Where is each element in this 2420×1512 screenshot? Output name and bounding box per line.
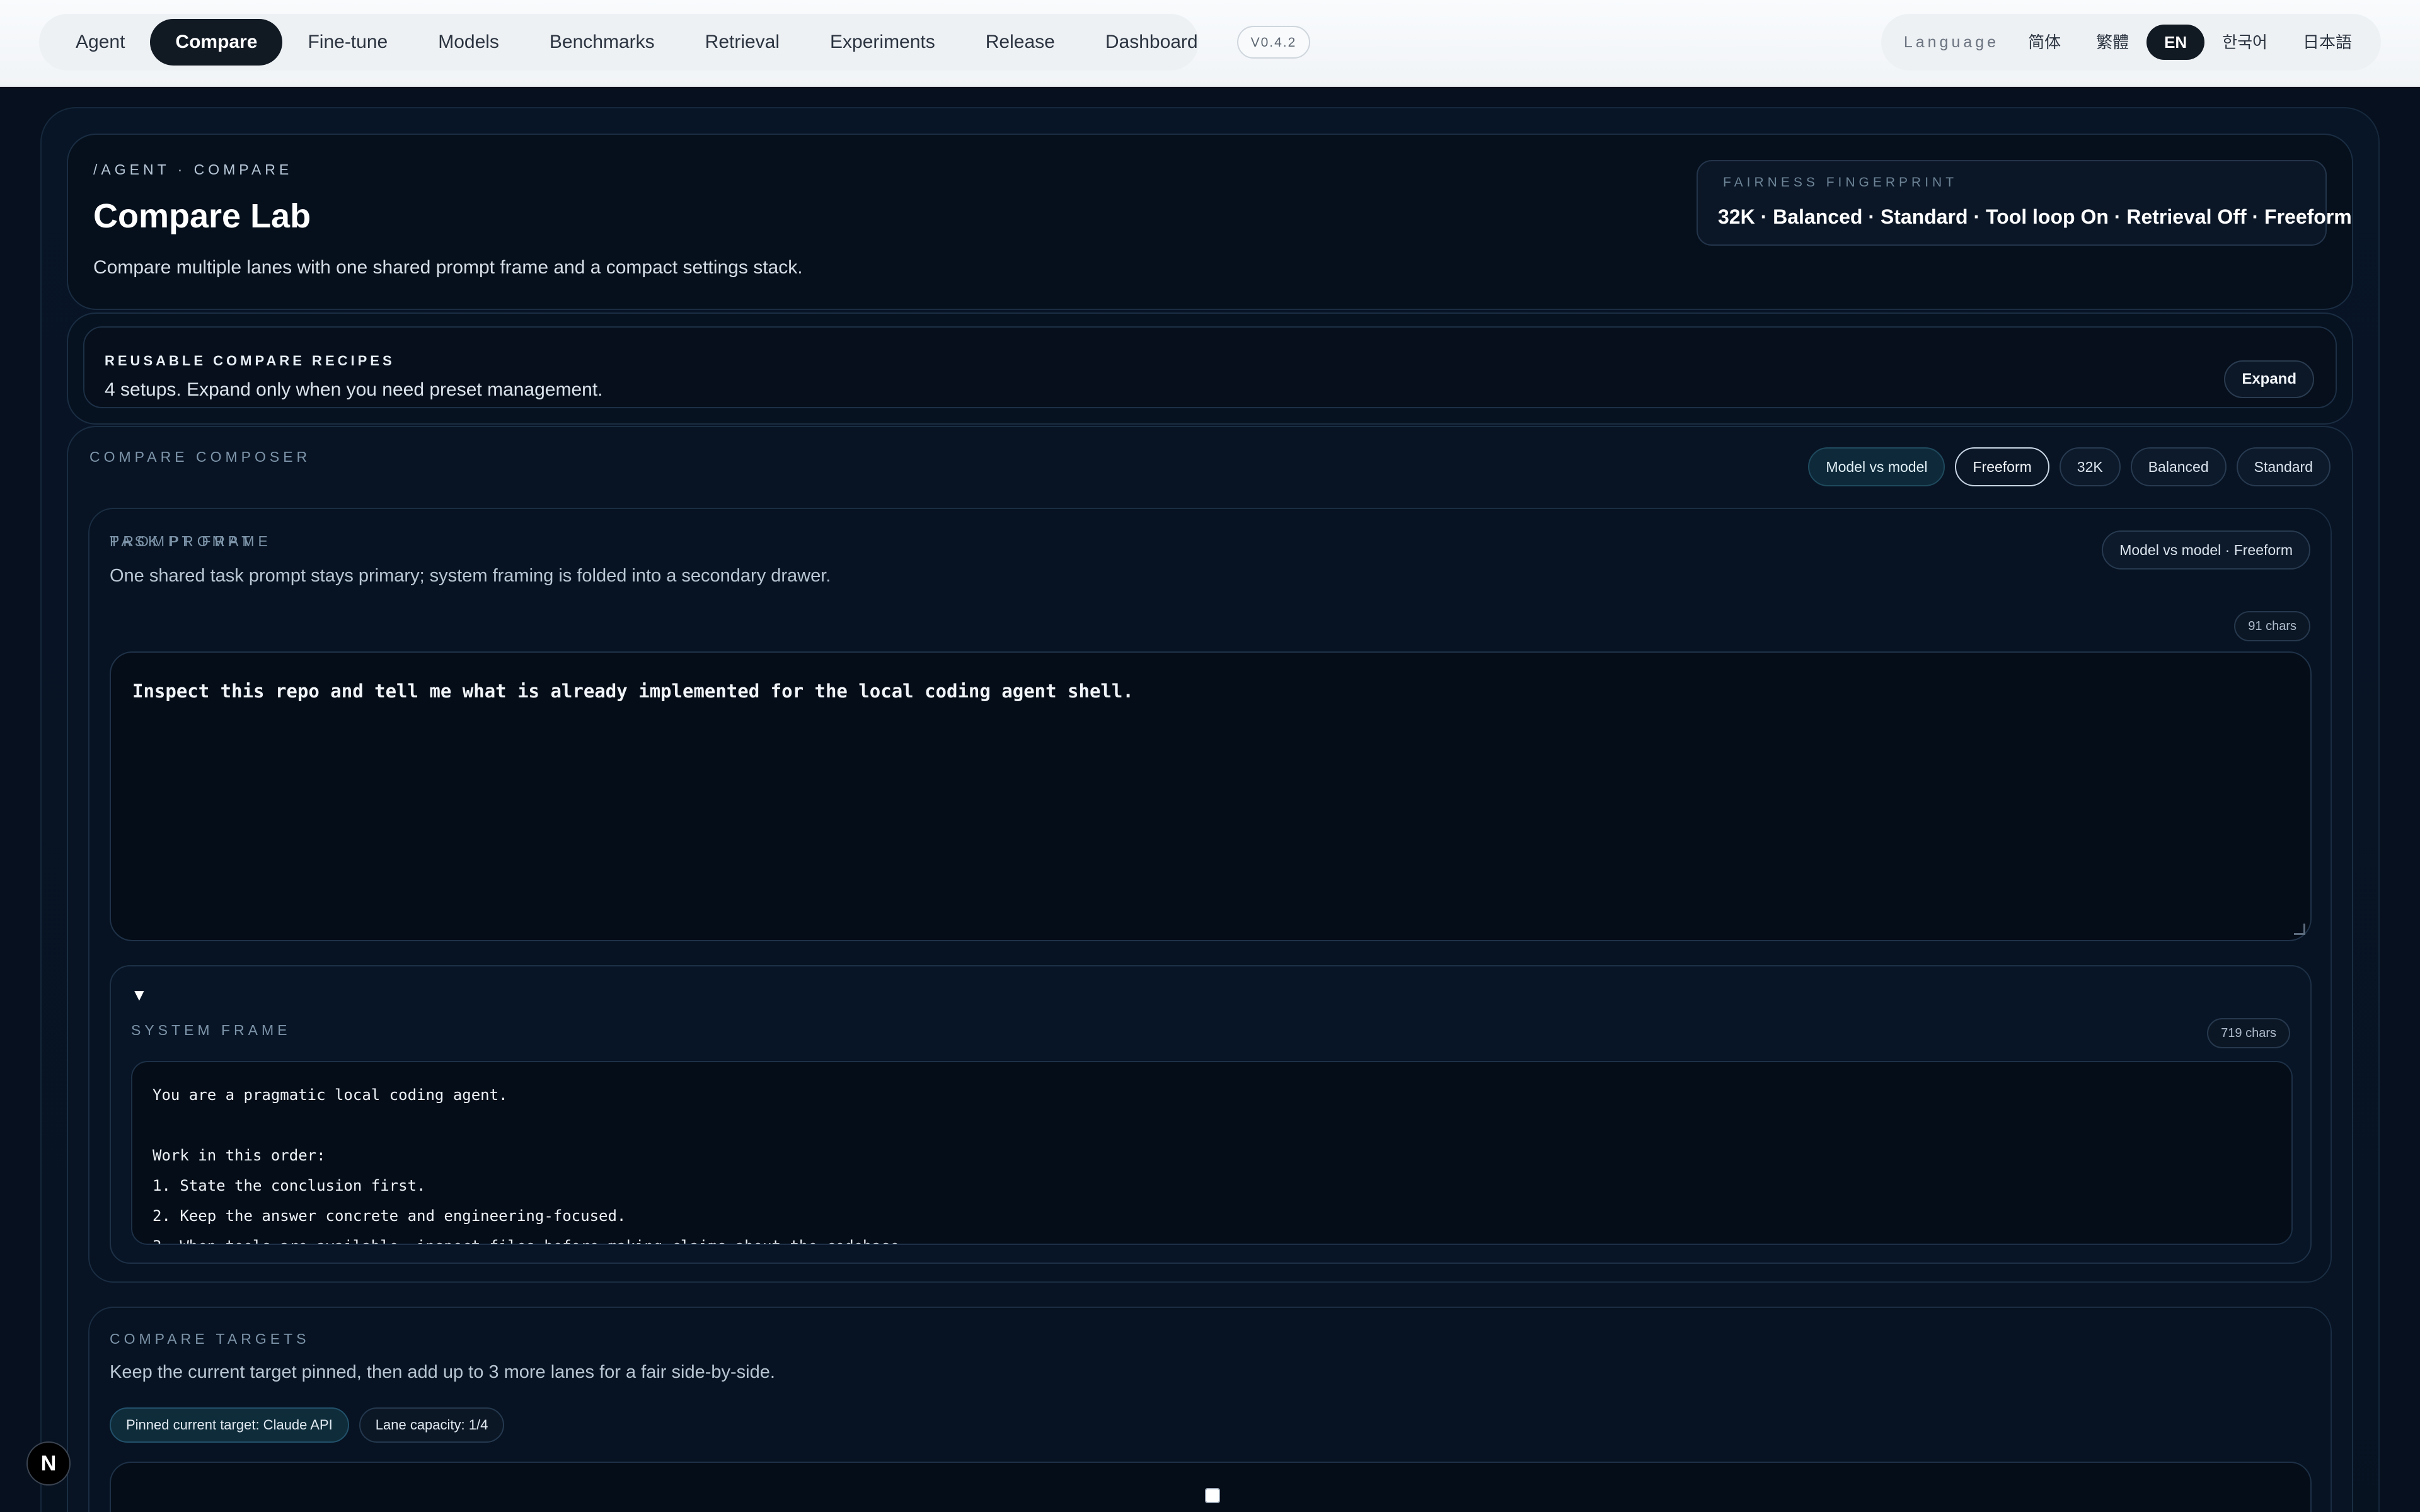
- language-option-0[interactable]: 简体: [2010, 25, 2078, 60]
- task-prompt-char-count: 91 chars: [2234, 611, 2310, 641]
- next-dev-badge-icon[interactable]: N: [26, 1441, 71, 1486]
- nav-item-benchmarks[interactable]: Benchmarks: [524, 19, 680, 66]
- setting-chip-freeform[interactable]: Freeform: [1955, 447, 2049, 486]
- nav-item-release[interactable]: Release: [960, 19, 1080, 66]
- nav-item-retrieval[interactable]: Retrieval: [680, 19, 805, 66]
- hero-panel: /AGENT · COMPARE Compare Lab Compare mul…: [67, 134, 2353, 310]
- mode-chip: Model vs model · Freeform: [2102, 530, 2310, 570]
- task-prompt-label: TASK PROMPT: [110, 533, 255, 549]
- recipes-description: 4 setups. Expand only when you need pres…: [105, 379, 603, 400]
- composer-title: COMPARE COMPOSER: [89, 449, 311, 465]
- language-option-2[interactable]: EN: [2146, 25, 2205, 60]
- page-description: Compare multiple lanes with one shared p…: [93, 257, 803, 278]
- system-frame-input[interactable]: You are a pragmatic local coding agent. …: [131, 1061, 2293, 1245]
- lane-checkbox[interactable]: [1205, 1488, 1220, 1503]
- task-prompt-text: Inspect this repo and tell me what is al…: [132, 680, 1134, 702]
- nav-item-experiments[interactable]: Experiments: [805, 19, 960, 66]
- system-frame-label: SYSTEM FRAME: [131, 1022, 291, 1038]
- compare-targets-card: COMPARE TARGETS Keep the current target …: [88, 1307, 2332, 1512]
- prompt-frame-description: One shared task prompt stays primary; sy…: [110, 566, 831, 586]
- nav-item-models[interactable]: Models: [413, 19, 524, 66]
- setting-chip-32k[interactable]: 32K: [2059, 447, 2121, 486]
- language-switcher: Language 简体 繁體 EN 한국어 日本語: [1881, 14, 2381, 71]
- setting-chip-balanced[interactable]: Balanced: [2130, 447, 2227, 486]
- compare-composer-panel: COMPARE COMPOSER Model vs model Freeform 3…: [67, 426, 2353, 1512]
- resize-handle-icon[interactable]: [2294, 924, 2305, 935]
- lane-capacity-chip: Lane capacity: 1/4: [359, 1407, 505, 1443]
- setting-chip-model-vs-model[interactable]: Model vs model: [1808, 447, 1945, 486]
- page-title: Compare Lab: [93, 197, 311, 235]
- language-option-1[interactable]: 繁體: [2078, 25, 2146, 60]
- prompt-frame-card: PROMPT FRAME One shared task prompt stay…: [88, 508, 2332, 1283]
- recipes-panel: REUSABLE COMPARE RECIPES 4 setups. Expan…: [67, 312, 2353, 425]
- fingerprint-value: 32K · Balanced · Standard · Tool loop On…: [1718, 205, 2352, 228]
- expand-recipes-button[interactable]: Expand: [2224, 360, 2314, 398]
- target-chips: Pinned current target: Claude API Lane c…: [110, 1407, 505, 1443]
- compare-targets-description: Keep the current target pinned, then add…: [110, 1362, 775, 1382]
- language-option-4[interactable]: 日本語: [2285, 25, 2370, 60]
- language-label: Language: [1903, 33, 2000, 51]
- language-option-3[interactable]: 한국어: [2204, 25, 2285, 60]
- system-frame-drawer: ▼ SYSTEM FRAME 719 chars You are a pragm…: [110, 965, 2312, 1264]
- fingerprint-label: FAIRNESS FINGERPRINT: [1723, 175, 1958, 190]
- top-navigation-bar: Agent Compare Fine-tune Models Benchmarks Ret…: [0, 0, 2420, 87]
- main-nav: Agent Compare Fine-tune Models Benchmarks Ret…: [39, 14, 1311, 71]
- drawer-toggle-icon[interactable]: ▼: [131, 985, 147, 1005]
- setting-chip-standard[interactable]: Standard: [2236, 447, 2331, 486]
- version-badge: V0.4.2: [1236, 26, 1311, 59]
- breadcrumb: /AGENT · COMPARE: [93, 161, 293, 178]
- nav-item-dashboard[interactable]: Dashboard: [1080, 19, 1223, 66]
- composer-settings-chips: Model vs model Freeform 32K Balanced Standar…: [1808, 447, 2331, 486]
- recipes-title: REUSABLE COMPARE RECIPES: [105, 353, 395, 369]
- compare-targets-title: COMPARE TARGETS: [110, 1331, 310, 1347]
- nav-item-agent[interactable]: Agent: [50, 19, 150, 66]
- nav-item-compare[interactable]: Compare: [150, 19, 283, 66]
- pinned-target-chip: Pinned current target: Claude API: [110, 1407, 349, 1443]
- task-prompt-input[interactable]: Inspect this repo and tell me what is al…: [110, 651, 2312, 941]
- system-frame-char-count: 719 chars: [2207, 1018, 2290, 1048]
- recipes-card: REUSABLE COMPARE RECIPES 4 setups. Expan…: [83, 326, 2337, 408]
- lane-card: [110, 1462, 2312, 1512]
- nav-item-fine-tune[interactable]: Fine-tune: [282, 19, 413, 66]
- fairness-fingerprint: FAIRNESS FINGERPRINT 32K · Balanced · St…: [1697, 160, 2352, 246]
